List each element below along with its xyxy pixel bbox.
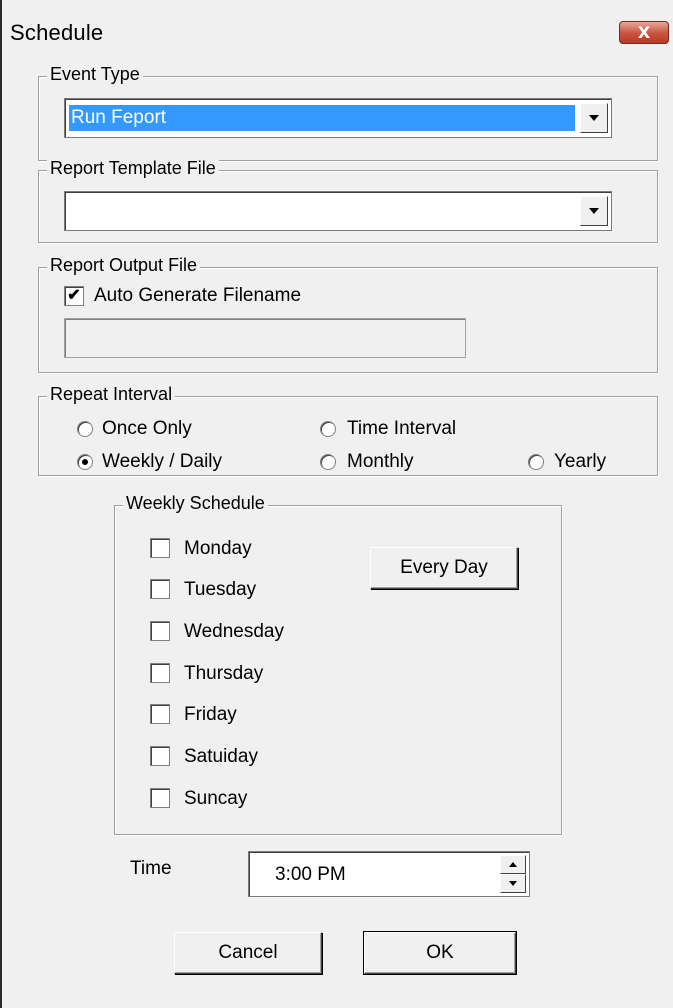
window-title: Schedule — [10, 20, 104, 45]
radio-weekly-daily-label: Weekly / Daily — [102, 451, 223, 472]
day-checkbox-monday[interactable] — [150, 538, 170, 558]
cancel-button[interactable]: Cancel — [174, 932, 322, 974]
radio-time-interval[interactable] — [320, 421, 336, 437]
repeat-interval-group-label: Repeat Interval — [47, 384, 176, 405]
every-day-button-label: Every Day — [400, 557, 488, 578]
time-input[interactable]: 3:00 PM — [248, 851, 530, 897]
title-bar: Schedule X — [2, 0, 673, 64]
radio-time-interval-label: Time Interval — [347, 418, 457, 439]
report-output-group-label: Report Output File — [47, 255, 201, 276]
day-checkbox-sunday[interactable] — [150, 788, 170, 808]
ok-button-label: OK — [426, 942, 454, 963]
auto-generate-checkbox[interactable]: ✔ — [64, 286, 84, 306]
day-checkbox-friday[interactable] — [150, 704, 170, 724]
radio-once-only-label: Once Only — [102, 418, 192, 439]
day-label-wednesday: Wednesday — [184, 621, 284, 642]
report-template-group-label: Report Template File — [47, 158, 219, 179]
report-template-value — [69, 198, 575, 224]
every-day-button[interactable]: Every Day — [370, 547, 518, 589]
auto-generate-label: Auto Generate Filename — [94, 285, 302, 306]
close-icon: X — [637, 23, 651, 42]
day-label-sunday: Suncay — [184, 788, 248, 809]
day-checkbox-saturday[interactable] — [150, 746, 170, 766]
chevron-down-icon — [589, 208, 599, 214]
radio-yearly-label: Yearly — [554, 451, 607, 472]
close-button[interactable]: X — [619, 21, 669, 44]
radio-monthly[interactable] — [320, 454, 336, 470]
output-filename-field — [64, 318, 466, 358]
day-checkbox-wednesday[interactable] — [150, 621, 170, 641]
arrow-down-icon — [509, 881, 517, 886]
event-type-value: Run Feport — [69, 105, 575, 131]
time-value: 3:00 PM — [275, 864, 346, 885]
radio-once-only[interactable] — [77, 421, 93, 437]
day-checkbox-thursday[interactable] — [150, 663, 170, 683]
event-type-group-label: Event Type — [47, 64, 143, 85]
time-label: Time — [130, 858, 172, 879]
day-label-thursday: Thursday — [184, 663, 264, 684]
cancel-button-label: Cancel — [218, 942, 278, 963]
check-icon: ✔ — [67, 287, 81, 304]
radio-monthly-label: Monthly — [347, 451, 414, 472]
report-template-dropdown-button[interactable] — [580, 196, 608, 226]
day-checkbox-tuesday[interactable] — [150, 579, 170, 599]
spin-down-button[interactable] — [500, 874, 526, 893]
time-spinner[interactable] — [500, 855, 526, 893]
day-label-monday: Monday — [184, 538, 252, 559]
arrow-up-icon — [509, 862, 517, 867]
day-label-tuesday: Tuesday — [184, 579, 257, 600]
radio-weekly-daily[interactable] — [77, 454, 93, 470]
schedule-dialog: Schedule X Event Type Run Feport Report … — [0, 0, 673, 1008]
day-label-saturday: Satuiday — [184, 746, 258, 767]
weekly-schedule-group-label: Weekly Schedule — [123, 493, 268, 514]
chevron-down-icon — [589, 115, 599, 121]
ok-button[interactable]: OK — [363, 931, 517, 975]
report-template-select[interactable] — [64, 191, 612, 231]
spin-up-button[interactable] — [500, 855, 526, 874]
radio-yearly[interactable] — [528, 454, 544, 470]
event-type-dropdown-button[interactable] — [580, 103, 608, 133]
event-type-select[interactable]: Run Feport — [64, 98, 612, 138]
day-label-friday: Friday — [184, 704, 237, 725]
